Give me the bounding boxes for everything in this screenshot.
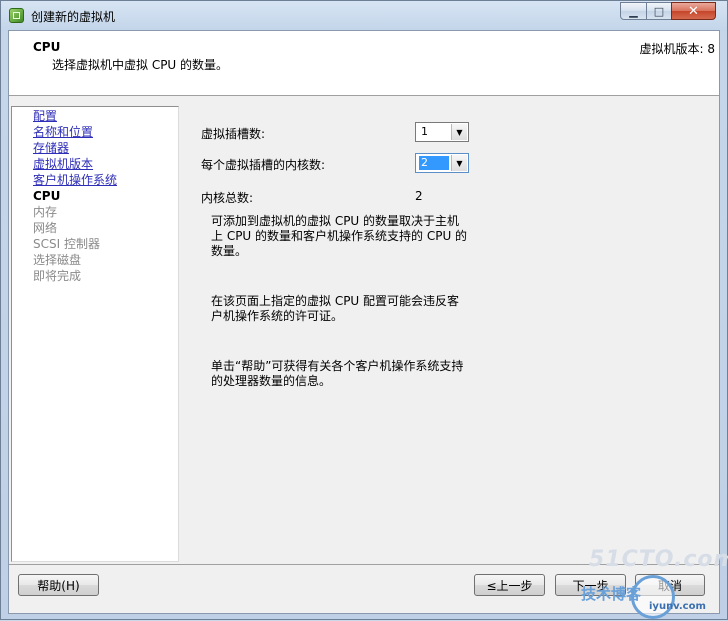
minimize-icon: ▁ xyxy=(629,4,638,18)
page-title: CPU xyxy=(33,40,61,54)
cores-per-socket-value: 2 xyxy=(419,156,449,170)
cores-per-socket-select[interactable]: 2 ▼ xyxy=(415,153,469,173)
wizard-client-area: CPU 选择虚拟机中虚拟 CPU 的数量。 虚拟机版本: 8 配置 名称和位置 … xyxy=(8,30,720,614)
info-help-hint: 单击“帮助”可获得有关各个客户机操作系统支持的处理器数量的信息。 xyxy=(211,359,464,388)
total-cores-label: 内核总数: xyxy=(201,191,254,205)
vm-version-label: 虚拟机版本: 8 xyxy=(639,42,716,56)
step-ready-to-complete: 即将完成 xyxy=(33,269,82,283)
chevron-down-icon[interactable]: ▼ xyxy=(451,124,467,140)
step-select-disk: 选择磁盘 xyxy=(33,253,82,267)
step-config[interactable]: 配置 xyxy=(33,108,117,124)
help-button[interactable]: 帮助(H) xyxy=(18,574,99,596)
wizard-window: 创建新的虚拟机 ▁ □ ✕ CPU 选择虚拟机中虚拟 CPU 的数量。 虚拟机版… xyxy=(0,0,728,620)
sockets-label: 虚拟插槽数: xyxy=(201,127,266,141)
step-guest-os[interactable]: 客户机操作系统 xyxy=(33,172,117,188)
close-button[interactable]: ✕ xyxy=(671,2,716,20)
total-cores-value: 2 xyxy=(415,189,423,203)
minimize-button[interactable]: ▁ xyxy=(620,2,647,20)
maximize-icon: □ xyxy=(653,4,665,18)
info-cpu-count: 可添加到虚拟机的虚拟 CPU 的数量取决于主机上 CPU 的数量和客户机操作系统… xyxy=(211,214,468,258)
back-button[interactable]: ≤上一步 xyxy=(474,574,545,596)
wizard-header: CPU 选择虚拟机中虚拟 CPU 的数量。 虚拟机版本: 8 xyxy=(9,31,719,96)
step-vm-version[interactable]: 虚拟机版本 xyxy=(33,156,117,172)
close-icon: ✕ xyxy=(688,3,699,19)
info-license-warning: 在该页面上指定的虚拟 CPU 配置可能会违反客户机操作系统的许可证。 xyxy=(211,294,460,323)
chevron-down-icon[interactable]: ▼ xyxy=(451,155,467,171)
sockets-value: 1 xyxy=(421,125,428,138)
cancel-button[interactable]: 取消 xyxy=(635,574,705,596)
vsphere-app-icon xyxy=(9,8,24,23)
step-cpu: CPU xyxy=(33,189,61,203)
step-storage[interactable]: 存储器 xyxy=(33,140,117,156)
cores-per-socket-label: 每个虚拟插槽的内核数: xyxy=(201,158,326,172)
step-scsi-controller: SCSI 控制器 xyxy=(33,237,100,251)
footer-divider xyxy=(9,564,719,565)
title-bar[interactable]: 创建新的虚拟机 ▁ □ ✕ xyxy=(1,1,727,30)
step-network: 网络 xyxy=(33,221,58,235)
sockets-select[interactable]: 1 ▼ xyxy=(415,122,469,142)
cpu-settings-panel: 虚拟插槽数: 1 ▼ 每个虚拟插槽的内核数: 2 ▼ 内核总数: 2 可添加到虚… xyxy=(179,106,719,566)
step-memory: 内存 xyxy=(33,205,58,219)
window-title: 创建新的虚拟机 xyxy=(31,10,116,24)
maximize-button[interactable]: □ xyxy=(646,2,672,20)
wizard-steps-panel: 配置 名称和位置 存储器 虚拟机版本 客户机操作系统 CPU 内存 网络 SCS… xyxy=(11,106,179,562)
next-button[interactable]: 下一步 xyxy=(555,574,626,596)
step-name-location[interactable]: 名称和位置 xyxy=(33,124,117,140)
page-subtitle: 选择虚拟机中虚拟 CPU 的数量。 xyxy=(52,58,229,72)
